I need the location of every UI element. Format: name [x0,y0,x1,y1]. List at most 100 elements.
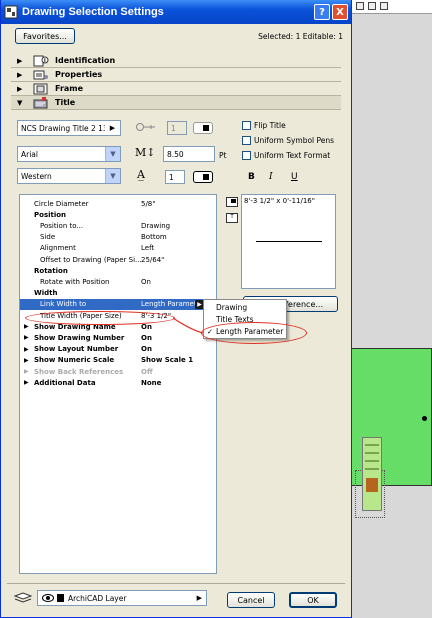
drawing-canvas[interactable] [352,0,432,618]
text-pen-swatch[interactable] [193,171,213,183]
cancel-button[interactable]: Cancel [227,592,275,608]
expand-arrow-icon[interactable]: ▶ [24,357,29,364]
parameter-row[interactable]: Width [20,288,216,299]
menu-item[interactable]: Drawing [204,302,286,313]
layer-selector[interactable]: ArchiCAD Layer ▶ [37,590,207,606]
parameter-value: On [141,333,152,342]
link-icon [135,122,157,132]
layer-name: ArchiCAD Layer [68,593,127,603]
parameter-name: Alignment [40,244,76,253]
parameter-row[interactable]: Rotate with Position On [20,276,216,287]
checkbox-box[interactable] [242,151,251,160]
section-label: Identification [55,56,116,65]
toolbar-button-3[interactable] [380,2,388,10]
layout-sheet[interactable] [348,348,432,486]
font-size-input[interactable]: 8.50 [163,146,215,162]
toolbar-button-2[interactable] [368,2,376,10]
parameter-row[interactable]: Alignment Left [20,243,216,254]
parameter-value: 25/64" [141,255,165,264]
close-button[interactable]: X [332,4,348,20]
parameter-row[interactable]: ▶ Show Back References Off [20,366,216,377]
checkbox-box[interactable] [242,121,251,130]
parameter-row[interactable]: ▶ Show Drawing Number On [20,332,216,343]
pen-color-swatch[interactable] [193,122,213,134]
flip-title-checkbox[interactable]: Flip Title [242,121,286,130]
text-preview-icon[interactable]: T [226,213,238,223]
title-bar: Drawing Selection Settings ? X [1,0,351,24]
parameter-name: Link Width to [40,300,87,309]
parameter-row[interactable]: Position [20,209,216,220]
drawing-selection-settings-dialog: Drawing Selection Settings ? X Favorites… [0,0,352,618]
drawing-element[interactable] [362,437,382,511]
selection-info: Selected: 1 Editable: 1 [258,32,343,41]
pen-number-field[interactable]: 1 [167,121,187,135]
expand-arrow-icon[interactable]: ▶ [24,323,29,330]
parameter-row[interactable]: Side Bottom [20,232,216,243]
parameter-row[interactable]: Position to... Drawing [20,220,216,231]
parameter-value: On [141,345,152,354]
preview-size-text: 8'-3 1/2" x 0'-11/16" [244,197,315,205]
section-label: Title [55,98,76,107]
parameter-name: Show Numeric Scale [34,356,115,365]
lock-icon[interactable] [57,594,64,602]
parameter-value: On [141,322,152,331]
encoding-selector[interactable]: Western ▼ [17,168,121,184]
text-pen-icon: A̲ [137,168,145,181]
section-properties[interactable]: ▶ Properties [11,68,341,82]
frame-icon [33,83,49,95]
bold-button[interactable]: B [248,172,255,182]
checkbox-box[interactable] [242,136,251,145]
uniform-symbol-pens-checkbox[interactable]: Uniform Symbol Pens [242,136,334,145]
parameter-row[interactable]: Offset to Drawing (Paper Si... 25/64" [20,254,216,265]
parameter-row[interactable]: Circle Diameter 5/8" [20,198,216,209]
parameter-value: Show Scale 1 [141,356,194,365]
expand-arrow-icon[interactable]: ▶ [24,334,29,341]
parameter-name: Side [40,233,56,242]
parameter-row[interactable]: ▶ Show Numeric Scale Show Scale 1 [20,355,216,366]
preview-mode-icon[interactable] [226,197,238,207]
font-selector[interactable]: Arial ▼ [17,146,121,162]
section-frame[interactable]: ▶ Frame [11,82,341,96]
expand-arrow-icon[interactable]: ▶ [11,71,33,79]
parameter-name: Show Drawing Number [34,333,125,342]
parameter-name: Circle Diameter [34,199,89,208]
parameter-row[interactable]: Link Width to Length Paramete ▶ [20,298,216,310]
expand-arrow-icon[interactable]: ▶ [24,379,29,386]
expand-arrow-icon[interactable]: ▶ [24,368,29,375]
collapse-arrow-icon[interactable]: ▼ [11,99,33,107]
ok-button[interactable]: OK [289,592,337,608]
parameter-list[interactable]: Circle Diameter 5/8" Position Position to..… [19,194,217,574]
encoding-value: Western [21,171,52,181]
chevron-down-icon: ▼ [105,147,120,161]
title-type-selector[interactable]: NCS Drawing Title 2 13 ▶ [17,120,121,136]
parameter-row[interactable]: ▶ Additional Data None [20,377,216,388]
parameter-value: Off [141,367,153,376]
section-identification[interactable]: ▶ i Identification [11,54,341,68]
reference-point [422,416,427,421]
archicad-icon [4,5,18,19]
toolbar-button-1[interactable] [356,2,364,10]
help-button[interactable]: ? [314,4,330,20]
parameter-value: On [141,277,151,286]
parameter-row[interactable]: Rotation [20,265,216,276]
favorites-button[interactable]: Favorites... [15,28,75,44]
uniform-text-format-label: Uniform Text Format [254,151,331,160]
preview-title-line [256,241,322,242]
font-value: Arial [21,149,38,159]
parameter-value: Bottom [141,233,167,242]
parameter-name: Show Layout Number [34,345,119,354]
window-title: Drawing Selection Settings [22,6,164,18]
section-title[interactable]: ▼ Title [11,96,341,110]
parameter-row[interactable]: ▶ Show Layout Number On [20,344,216,355]
expand-arrow-icon[interactable]: ▶ [11,85,33,93]
underline-button[interactable]: U [291,172,298,182]
parameter-value: Drawing [141,221,171,230]
italic-button[interactable]: I [269,172,273,182]
expand-arrow-icon[interactable]: ▶ [11,57,33,65]
uniform-text-format-checkbox[interactable]: Uniform Text Format [242,151,330,160]
font-size-unit: Pt [219,151,227,160]
visibility-eye-icon[interactable] [42,594,54,602]
parameter-name: Offset to Drawing (Paper Si... [40,255,142,264]
text-pen-field[interactable]: 1 [165,170,185,184]
expand-arrow-icon[interactable]: ▶ [24,346,29,353]
